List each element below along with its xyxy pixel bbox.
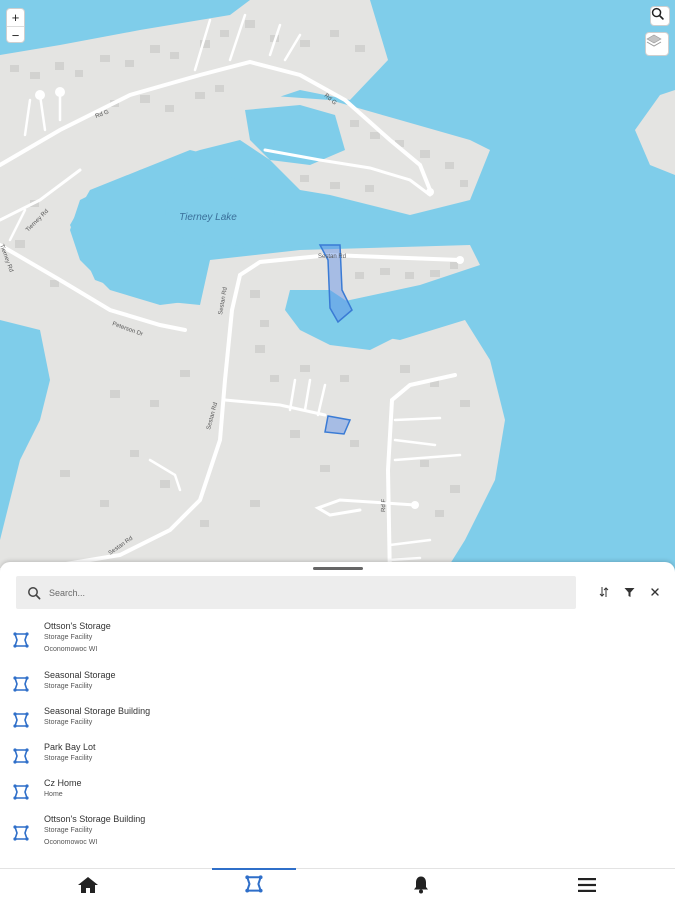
- tab-notifications[interactable]: [379, 869, 463, 900]
- item-name: Park Bay Lot: [44, 742, 96, 752]
- map-search-button[interactable]: [650, 6, 670, 26]
- item-name: Ottson's Storage Building: [44, 814, 146, 824]
- list-item[interactable]: Cz Home Home: [0, 777, 82, 801]
- list-item[interactable]: Seasonal Storage Storage Facility: [0, 669, 116, 693]
- parcel-flag-icon: [13, 825, 29, 841]
- location-list: Ottson's Storage Storage Facility Oconom…: [0, 618, 675, 866]
- item-type: Storage Facility: [44, 683, 93, 690]
- road-label-sestan-rd-1: Sestan Rd: [318, 254, 346, 260]
- search-bar: [16, 576, 576, 609]
- filter-button[interactable]: [621, 584, 637, 600]
- item-name: Cz Home: [44, 778, 82, 788]
- filter-icon: [624, 587, 634, 597]
- parcel-flag-icon: [13, 784, 29, 800]
- parcel-flag-icon: [13, 676, 29, 692]
- list-item[interactable]: Ottson's Storage Storage Facility Oconom…: [0, 620, 111, 656]
- tab-home[interactable]: [46, 869, 130, 900]
- bell-icon: [414, 876, 428, 894]
- tab-locations[interactable]: [212, 868, 296, 900]
- sort-button[interactable]: [596, 584, 612, 600]
- list-item[interactable]: Ottson's Storage Building Storage Facili…: [0, 813, 145, 849]
- layers-icon: [646, 34, 662, 47]
- bottom-sheet: Ottson's Storage Storage Facility Oconom…: [0, 562, 675, 900]
- bottom-tab-bar: [0, 868, 675, 900]
- close-button[interactable]: [647, 584, 663, 600]
- item-location: Oconomowoc WI: [44, 839, 98, 846]
- parcel-flag-icon: [13, 632, 29, 648]
- search-icon: [651, 7, 664, 20]
- item-name: Seasonal Storage: [44, 670, 116, 680]
- home-icon: [78, 876, 98, 893]
- item-type: Storage Facility: [44, 827, 93, 834]
- item-type: Storage Facility: [44, 634, 93, 641]
- item-type: Storage Facility: [44, 755, 93, 762]
- active-tab-indicator: [212, 868, 296, 870]
- item-type: Storage Facility: [44, 719, 93, 726]
- road-label-rd-f: Rd F: [381, 499, 387, 513]
- item-name: Seasonal Storage Building: [44, 706, 151, 716]
- list-item[interactable]: Seasonal Storage Building Storage Facili…: [0, 705, 150, 729]
- item-location: Oconomowoc WI: [44, 646, 98, 653]
- zoom-out-button[interactable]: −: [7, 26, 24, 42]
- parcel-flag-icon: [244, 875, 263, 893]
- list-item[interactable]: Park Bay Lot Storage Facility: [0, 741, 96, 765]
- parcel-flag-icon: [13, 712, 29, 728]
- tab-menu[interactable]: [545, 869, 629, 900]
- item-type: Home: [44, 791, 63, 798]
- lake-label: Tierney Lake: [179, 212, 237, 223]
- close-icon: [651, 588, 659, 596]
- sheet-drag-handle[interactable]: [313, 567, 363, 570]
- search-icon: [28, 586, 41, 599]
- zoom-control: + −: [6, 8, 25, 43]
- map-layers-button[interactable]: [645, 32, 669, 56]
- sort-icon: [599, 587, 609, 597]
- zoom-in-button[interactable]: +: [7, 9, 24, 26]
- map-view[interactable]: Tierney Lake Rd G Rd G Tierney Rd Tierne…: [0, 0, 675, 580]
- search-input[interactable]: [49, 587, 549, 598]
- item-name: Ottson's Storage: [44, 621, 111, 631]
- menu-icon: [578, 877, 596, 892]
- map-canvas[interactable]: Tierney Lake Rd G Rd G Tierney Rd Tierne…: [0, 0, 675, 580]
- parcel-flag-icon: [13, 748, 29, 764]
